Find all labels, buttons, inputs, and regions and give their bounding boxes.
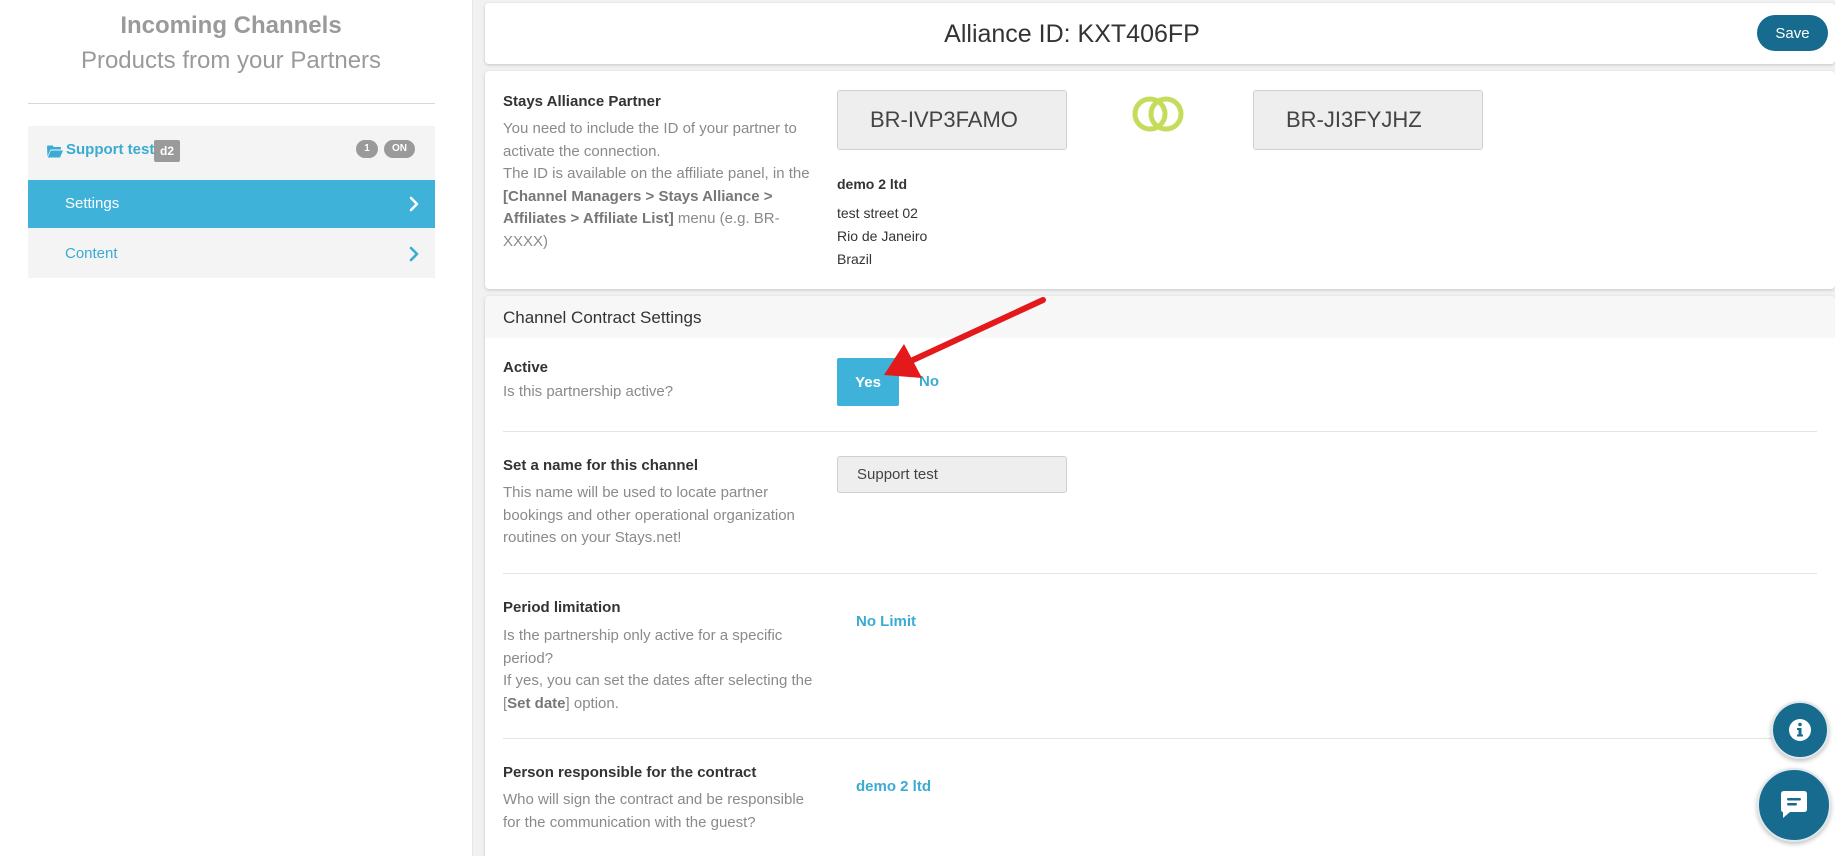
info-icon — [1789, 719, 1811, 741]
active-label: Active — [503, 359, 549, 376]
chevron-right-icon — [409, 196, 419, 212]
folder-open-icon — [47, 145, 63, 158]
desc-line: routines on your Stays.net! — [503, 529, 682, 546]
sidebar-divider — [28, 103, 435, 104]
header-card: Alliance ID: KXT406FP Save — [485, 3, 1835, 64]
person-responsible-label: Person responsible for the contract — [503, 764, 757, 781]
row-divider — [503, 738, 1817, 739]
contract-header: Channel Contract Settings — [485, 296, 1835, 338]
person-responsible-description: Who will sign the contract and be respon… — [503, 789, 804, 834]
sidebar-title: Incoming Channels — [120, 12, 342, 39]
partner-address-line: test street 02 — [837, 205, 918, 221]
desc-bold: Affiliates > Affiliate List] — [503, 210, 674, 227]
desc-line: Who will sign the contract and be respon… — [503, 791, 804, 808]
channel-status-badge: ON — [384, 140, 415, 158]
partner-section-title: Stays Alliance Partner — [503, 93, 661, 110]
sidebar-subtitle: Products from your Partners — [80, 47, 382, 74]
channel-header[interactable]: Support test d2 1 ON — [28, 126, 435, 180]
desc-bold: [Channel Managers > Stays Alliance > — [503, 187, 773, 205]
period-limitation-label: Period limitation — [503, 599, 621, 616]
info-button[interactable] — [1771, 701, 1829, 759]
partner-address-line: Brazil — [837, 251, 873, 267]
period-limit-link[interactable]: No Limit — [856, 613, 916, 630]
partner-address-line: Rio de Janeiro — [837, 228, 928, 244]
save-button[interactable]: Save — [1757, 15, 1828, 51]
channel-name-input[interactable] — [837, 456, 1067, 493]
desc-line: If yes, you can set the dates after sele… — [503, 672, 813, 689]
contract-section-title: Channel Contract Settings — [503, 308, 702, 327]
partner-description: You need to include the ID of your partn… — [503, 118, 823, 253]
own-id-field[interactable]: BR-IVP3FAMO — [837, 90, 1067, 150]
sidebar-item-settings[interactable]: Settings — [28, 180, 435, 228]
desc-bold: Set date — [507, 694, 566, 712]
alliance-id-title: Alliance ID: KXT406FP — [944, 20, 1200, 48]
desc-line: Is the partnership only active for a spe… — [503, 627, 783, 644]
desc-line: The ID is available on the affiliate pan… — [503, 165, 810, 182]
desc-line: bookings and other operational organizat… — [503, 506, 795, 524]
sidebar: Incoming Channels Products from your Par… — [0, 0, 473, 856]
partner-id-field[interactable]: BR-JI3FYJHZ — [1253, 90, 1483, 150]
active-description: Is this partnership active? — [503, 383, 674, 400]
chevron-right-icon — [409, 246, 419, 262]
person-responsible-link[interactable]: demo 2 ltd — [856, 778, 931, 795]
chat-icon — [1781, 791, 1807, 818]
partner-company-name: demo 2 ltd — [837, 176, 908, 192]
desc-line: activate the connection. — [503, 142, 661, 160]
channel-count-badge: 1 — [356, 140, 378, 158]
channel-name-description: This name will be used to locate partner… — [503, 482, 795, 550]
desc-line: period? — [503, 649, 554, 667]
main-panel: Alliance ID: KXT406FP Save Stays Allianc… — [473, 0, 1835, 856]
active-yes-button[interactable]: Yes — [837, 358, 899, 406]
sidebar-item-label: Content — [65, 245, 118, 262]
row-divider — [503, 573, 1817, 574]
sidebar-item-content[interactable]: Content — [28, 230, 435, 278]
chat-button[interactable] — [1757, 768, 1831, 842]
sidebar-item-label: Settings — [65, 195, 120, 212]
row-divider — [503, 431, 1817, 432]
channel-name[interactable]: Support test — [66, 141, 154, 158]
channel-tag: d2 — [154, 140, 181, 162]
contract-settings-section: Channel Contract Settings Active Is this… — [485, 296, 1835, 856]
channel-group: Support test d2 1 ON Settings Content — [28, 126, 435, 278]
period-limitation-description: Is the partnership only active for a spe… — [503, 625, 833, 715]
desc-line: ] option. — [565, 694, 619, 712]
active-no-button[interactable]: No — [919, 373, 939, 390]
desc-line: This name will be used to locate partner — [503, 484, 769, 501]
linked-rings-icon — [1132, 96, 1184, 132]
app: Incoming Channels Products from your Par… — [0, 0, 1835, 856]
partner-section: Stays Alliance Partner You need to inclu… — [485, 71, 1835, 289]
desc-line: You need to include the ID of your partn… — [503, 120, 797, 137]
desc-line: for the communication with the guest? — [503, 813, 756, 831]
channel-name-label: Set a name for this channel — [503, 457, 699, 474]
